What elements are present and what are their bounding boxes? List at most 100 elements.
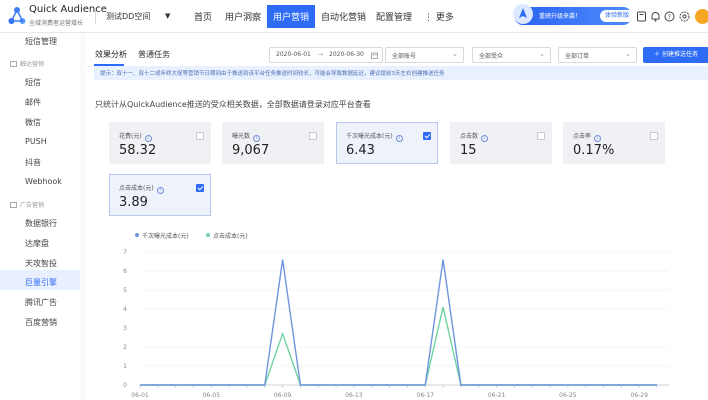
y-tick-label: 1	[123, 363, 127, 370]
sidebar-item-sms[interactable]: 短信	[25, 77, 41, 88]
metric-card-ctr[interactable]: 点击率 i 0.17%	[563, 122, 665, 164]
metric-card-cpc[interactable]: 点击成本(元) i 3.89	[109, 174, 211, 216]
info-icon[interactable]: i	[395, 135, 403, 142]
metric-card-spend[interactable]: 花费(元) i 58.32	[109, 122, 211, 164]
x-tick-label: 06-17	[417, 392, 435, 399]
x-tick-label: 06-21	[488, 392, 506, 399]
sidebar-item-douyin[interactable]: 抖音	[25, 157, 41, 168]
metric-label: 点击数 i	[460, 131, 489, 142]
help-icon[interactable]: ?	[664, 11, 675, 22]
metric-label-text: 花费(元)	[119, 133, 142, 140]
settings-icon[interactable]	[679, 11, 690, 22]
order-select-value: 全部订单	[565, 53, 590, 60]
nav-automation-marketing[interactable]: 自动化营销	[321, 10, 366, 23]
sidebar-item-damopan[interactable]: 达摩盘	[25, 238, 49, 249]
bell-icon[interactable]	[650, 11, 661, 22]
sidebar-item-tiangong[interactable]: 天攻智投	[25, 258, 57, 269]
nav-home[interactable]: 首页	[194, 10, 212, 23]
metric-checkbox[interactable]	[650, 132, 658, 140]
chevron-down-icon: ⌄	[452, 50, 458, 58]
date-range-picker[interactable]: 2020-06-01 → 2020-06-30	[269, 47, 383, 63]
nav-user-marketing[interactable]: 用户营销	[267, 5, 316, 28]
sidebar-item-tencent-ads[interactable]: 腾讯广告	[25, 297, 57, 308]
y-tick-label: 5	[123, 287, 127, 294]
sidebar-item-databank[interactable]: 数据银行	[25, 218, 57, 229]
metric-value: 6.43	[346, 143, 375, 158]
metric-card-impressions[interactable]: 曝光数 i 9,067	[222, 122, 324, 164]
order-select[interactable]: 全部订单 ⌄	[558, 47, 637, 63]
hint-banner: 提示：双十一、双十二或年终大促等营销节日期间由于推送到该平台任务推送时间较长，可…	[94, 66, 708, 80]
metric-checkbox[interactable]	[309, 132, 317, 140]
line-chart: 千次曝光成本(元) 点击成本(元) 0 1 2 3 4 5 6 7 06-01 06-05 06-0…	[94, 223, 708, 400]
audience-select-value: 全部受众	[479, 53, 504, 60]
y-tick-label: 4	[123, 306, 127, 313]
metric-label-text: 点击成本(元)	[119, 185, 154, 192]
sidebar-item-push[interactable]: PUSH	[25, 137, 47, 146]
nav-config-management[interactable]: 配置管理	[376, 10, 412, 23]
calendar-icon	[371, 52, 378, 59]
info-icon[interactable]: i	[481, 135, 489, 142]
metric-label-text: 千次曝光成本(元)	[346, 133, 393, 140]
sidebar-group-ad-marketing: 广告营销	[10, 200, 44, 209]
audience-select[interactable]: 全部受众 ⌄	[472, 47, 551, 63]
metric-value: 15	[460, 143, 477, 158]
metric-label: 曝光数 i	[232, 131, 261, 142]
metric-label-text: 曝光数	[232, 133, 251, 140]
metric-checkbox-checked[interactable]	[196, 184, 204, 192]
sidebar-group-reach-marketing: 触达营销	[10, 59, 44, 68]
date-end: 2020-06-30	[329, 51, 364, 58]
metric-value: 3.89	[119, 195, 148, 210]
info-icon[interactable]: i	[156, 187, 164, 194]
notice-text: 重磅升级来袭！	[539, 13, 582, 20]
sidebar-item-sms-management[interactable]: 短信管理	[25, 36, 57, 47]
metric-card-clicks[interactable]: 点击数 i 15	[450, 122, 552, 164]
nav-user-insight[interactable]: 用户洞察	[225, 10, 261, 23]
x-tick-label: 06-13	[345, 392, 363, 399]
sidebar-item-baidu-marketing[interactable]: 百度营销	[25, 317, 57, 328]
metric-checkbox-checked[interactable]	[423, 132, 431, 140]
upgrade-notice[interactable]: 重磅升级来袭！ 体验新版	[513, 4, 635, 25]
tab-effect-analysis[interactable]: 效果分析	[95, 49, 127, 60]
rocket-icon	[513, 4, 533, 24]
info-icon[interactable]: i	[594, 135, 602, 142]
x-tick-label: 06-25	[559, 392, 577, 399]
sidebar-item-email[interactable]: 邮件	[25, 97, 41, 108]
metric-value: 0.17%	[573, 143, 615, 158]
x-tick-label: 06-05	[203, 392, 221, 399]
metric-value: 58.32	[119, 143, 157, 158]
y-tick-label: 0	[123, 382, 127, 389]
chevron-down-icon[interactable]: ▼	[165, 12, 170, 20]
app-subtitle: 全域消费者运营增长	[29, 20, 84, 27]
user-avatar[interactable]	[695, 9, 708, 24]
y-tick-label: 7	[123, 249, 127, 256]
nav-more[interactable]: ⋮ 更多	[424, 10, 454, 23]
create-push-task-button[interactable]: ＋ 创建推送任务	[643, 47, 708, 63]
account-select-value: 全部账号	[392, 53, 417, 60]
quick-audience-logo-icon[interactable]	[8, 6, 26, 26]
x-tick-label: 06-01	[131, 392, 149, 399]
workspace-selector[interactable]: 测试DD空间	[106, 11, 150, 22]
ad-group-icon	[10, 202, 17, 208]
top-bar: Quick Audience 全域消费者运营增长 测试DD空间 ▼ 首页 用户洞…	[0, 0, 708, 33]
book-icon[interactable]	[636, 11, 647, 22]
info-icon[interactable]: i	[253, 135, 261, 142]
metric-checkbox[interactable]	[537, 132, 545, 140]
try-new-version-button[interactable]: 体验新版	[600, 10, 635, 22]
sidebar: 短信管理 触达营销 短信 邮件 微信 PUSH 抖音 Webhook 广告营销 …	[0, 33, 86, 400]
metric-label: 花费(元) i	[119, 131, 152, 142]
series-line	[140, 306, 657, 386]
info-icon[interactable]: i	[144, 135, 152, 142]
metric-label-text: 点击数	[460, 133, 479, 140]
sidebar-item-webhook[interactable]: Webhook	[25, 177, 62, 186]
sidebar-item-ocean-engine[interactable]: 巨量引擎	[25, 277, 57, 288]
chart-canvas: 0 1 2 3 4 5 6 7 06-01 06-05 06-09 06-13 06-17 06-21 06…	[123, 249, 669, 399]
account-select[interactable]: 全部账号 ⌄	[385, 47, 464, 63]
hint-text: 提示：双十一、双十二或年终大促等营销节日期间由于推送到该平台任务推送时间较长，可…	[100, 71, 445, 77]
date-separator: →	[318, 51, 324, 58]
metric-card-cpm[interactable]: 千次曝光成本(元) i 6.43	[336, 122, 438, 164]
x-tick-label: 06-29	[630, 392, 648, 399]
sidebar-item-wechat[interactable]: 微信	[25, 117, 41, 128]
metric-label: 点击率 i	[573, 131, 602, 142]
tab-normal-tasks[interactable]: 普通任务	[138, 49, 170, 60]
metric-checkbox[interactable]	[196, 132, 204, 140]
